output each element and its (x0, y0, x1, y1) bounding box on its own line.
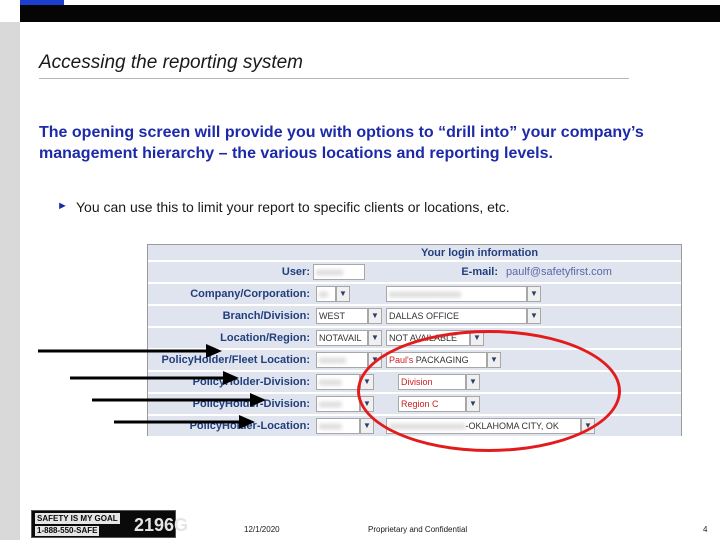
user-label: User: (281, 266, 310, 278)
branch-office-select[interactable]: DALLAS OFFICE (386, 308, 527, 324)
lead-paragraph: The opening screen will provide you with… (39, 124, 644, 162)
bullet-text: You can use this to limit your report to… (76, 199, 510, 215)
location-select[interactable]: NOTAVAIL (316, 330, 368, 346)
branch-row: Branch/Division: WEST ▼ DALLAS OFFICE ▼ (148, 304, 681, 326)
branch-dropdown-icon[interactable]: ▼ (368, 308, 382, 324)
policyholder-region-select[interactable]: xxxxx (316, 396, 360, 412)
policyholder-division-select[interactable]: xxxxx (316, 374, 360, 390)
policyholder-location-dropdown-icon[interactable]: ▼ (360, 418, 374, 434)
logo-line2: 1-888-550-SAFE (35, 526, 100, 536)
highlight-ellipse (357, 330, 621, 452)
company-dropdown-icon[interactable]: ▼ (336, 286, 350, 302)
arrow-icon (114, 415, 255, 429)
branch-label: Branch/Division: (222, 310, 310, 322)
footer-confidential: Proprietary and Confidential (368, 525, 468, 534)
slide-title: Accessing the reporting system (39, 52, 304, 73)
safety-logo: SAFETY IS MY GOAL 1-888-550-SAFE 2196G (31, 510, 188, 538)
branch-office-dropdown-icon[interactable]: ▼ (527, 308, 541, 324)
arrow-icon (92, 393, 266, 407)
title-divider (39, 78, 629, 79)
footer-date: 12/1/2020 (244, 525, 280, 534)
logo-line1: SAFETY IS MY GOAL (35, 513, 120, 524)
user-value: xxxxxx (313, 264, 365, 280)
fleet-location-select[interactable]: xxxxxx (316, 352, 368, 368)
email-label: E-mail: (461, 266, 498, 278)
company-row: Company/Corporation: xx ▼ xxxxxxxxxxxxxx… (148, 282, 681, 304)
arrow-icon (38, 344, 222, 358)
footer-page-number: 4 (703, 525, 708, 534)
top-header-bar (20, 5, 720, 22)
email-value[interactable]: paulf@safetyfirst.com (506, 264, 676, 280)
branch-select[interactable]: WEST (316, 308, 368, 324)
company-name-select[interactable]: xxxxxxxxxxxxxxxx (386, 286, 527, 302)
logo-number: 2196G (134, 515, 189, 535)
policyholder-location-select[interactable]: xxxxx (316, 418, 360, 434)
bullet-marker-icon: ► (57, 200, 68, 212)
company-select[interactable]: xx (316, 286, 336, 302)
user-row: User: xxxxxx E-mail: paulf@safetyfirst.c… (148, 260, 681, 282)
left-margin-bar (0, 22, 20, 540)
company-label: Company/Corporation: (190, 288, 310, 300)
arrow-icon (70, 371, 239, 385)
location-dropdown-icon[interactable]: ▼ (368, 330, 382, 346)
bullet-point: ► You can use this to limit your report … (57, 199, 510, 215)
company-name-dropdown-icon[interactable]: ▼ (527, 286, 541, 302)
